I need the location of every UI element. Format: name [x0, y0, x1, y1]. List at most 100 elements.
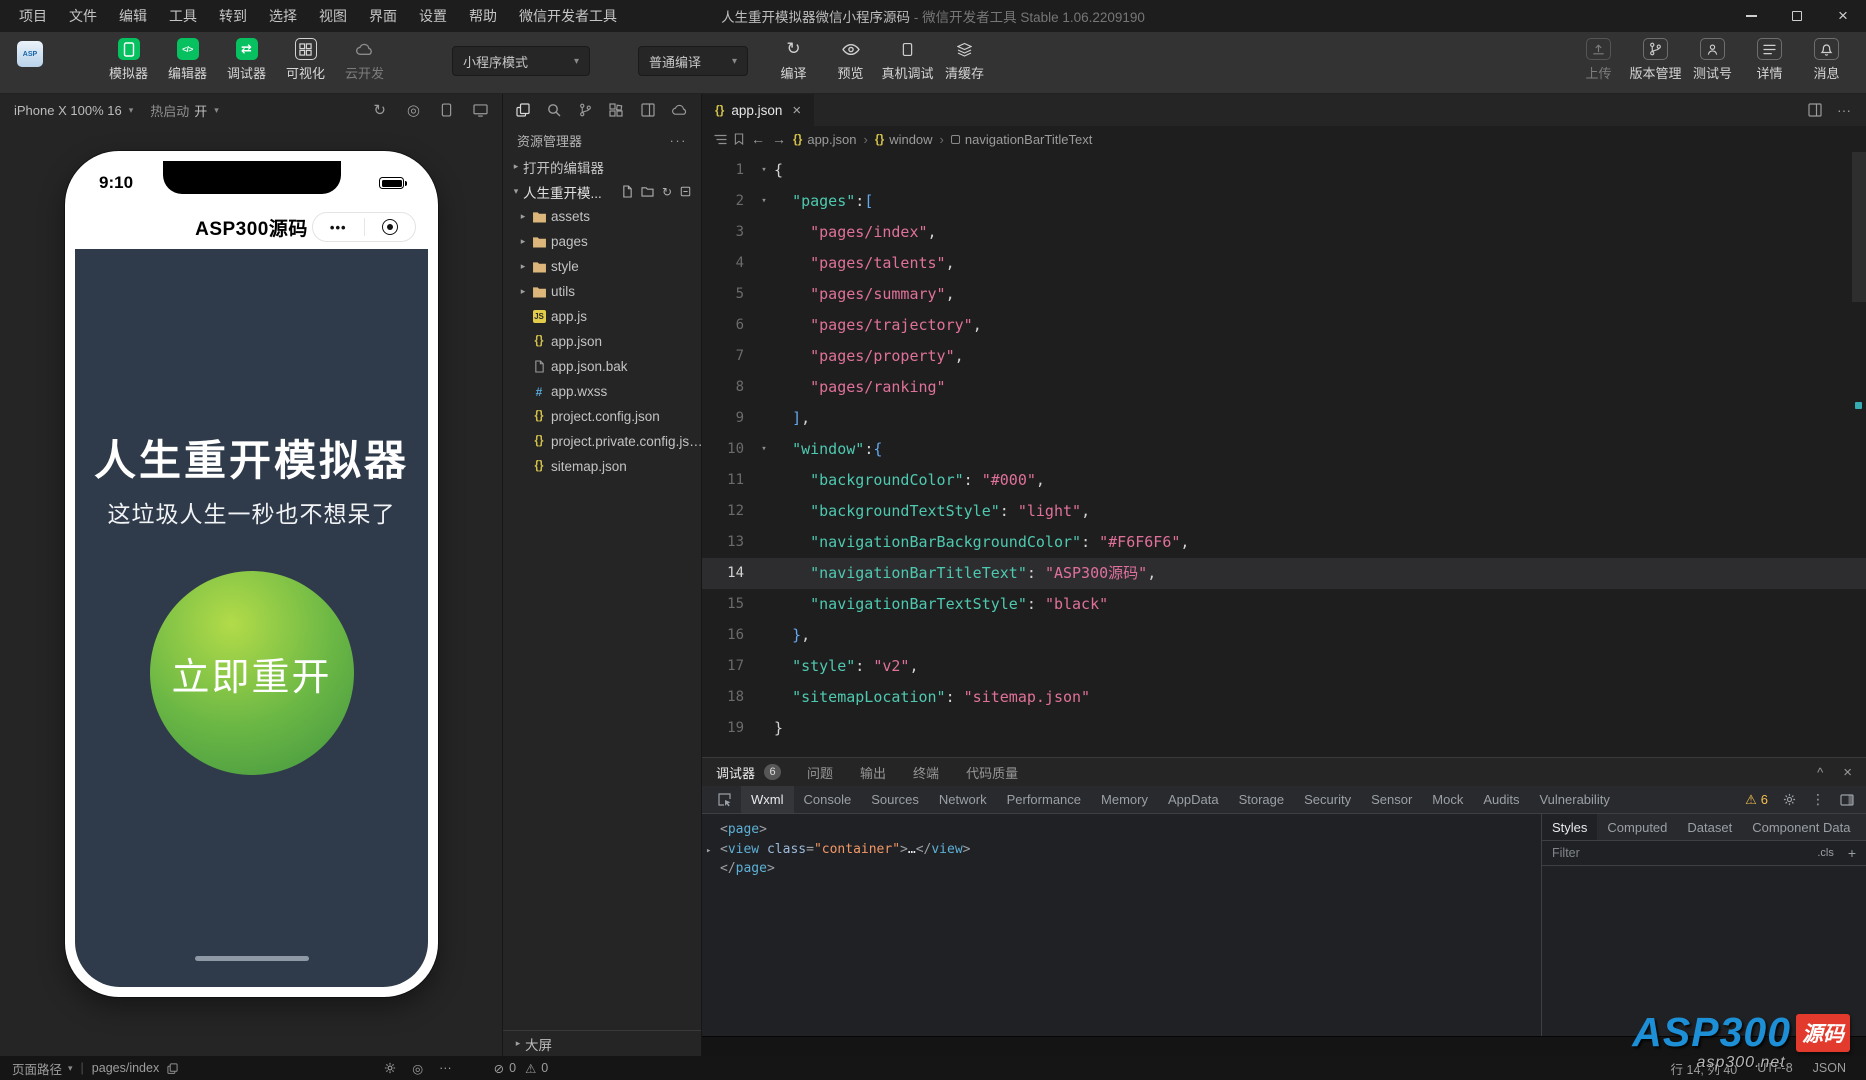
version-control-button[interactable]: 版本管理 — [1628, 32, 1683, 82]
code-line[interactable]: 13 "navigationBarBackgroundColor": "#F6F… — [702, 527, 1866, 558]
hot-reload-toggle[interactable]: 开 — [194, 101, 207, 120]
collapse-up-icon[interactable]: ^ — [1817, 765, 1823, 780]
more-actions-icon[interactable]: ··· — [670, 133, 688, 148]
kebab-menu-icon[interactable]: ⋮ — [1811, 791, 1825, 808]
code-line[interactable]: 6 "pages/trajectory", — [702, 310, 1866, 341]
dock-side-icon[interactable] — [1840, 794, 1854, 806]
devtools-tab[interactable]: Network — [929, 786, 997, 813]
preview-button[interactable]: 预览 — [823, 32, 878, 82]
cloud-dev-toggle[interactable]: 云开发 — [337, 32, 392, 82]
tree-item-style[interactable]: ▸ style — [503, 254, 701, 279]
forward-arrow-icon[interactable]: → — [772, 131, 786, 147]
maximize-button[interactable] — [1774, 0, 1820, 32]
git-branch-icon[interactable] — [579, 103, 592, 117]
minimize-button[interactable] — [1728, 0, 1774, 32]
code-line[interactable]: 18 "sitemapLocation": "sitemap.json" — [702, 682, 1866, 713]
tab-debugger[interactable]: 调试器 — [716, 763, 755, 782]
code-line[interactable]: 4 "pages/talents", — [702, 248, 1866, 279]
compile-button[interactable]: ↻ 编译 — [766, 32, 821, 82]
details-button[interactable]: 详情 — [1742, 32, 1797, 82]
devtools-tab[interactable]: Vulnerability — [1529, 786, 1619, 813]
device-selector[interactable]: iPhone X 100% 16 — [14, 103, 122, 118]
language-indicator[interactable]: JSON — [1813, 1061, 1846, 1075]
problems-counter[interactable]: ⊘ 0 ⚠ 0 — [494, 1061, 549, 1076]
upload-button[interactable]: 上传 — [1571, 32, 1626, 82]
tree-item-project-private-config[interactable]: {} project.private.config.js… — [503, 429, 701, 454]
test-account-button[interactable]: 测试号 — [1685, 32, 1740, 82]
menu-item[interactable]: 界面 — [358, 0, 408, 32]
inspector-tab[interactable]: Dataset — [1677, 814, 1742, 840]
tree-item-app-wxss[interactable]: # app.wxss — [503, 379, 701, 404]
messages-button[interactable]: 消息 — [1799, 32, 1854, 82]
tree-item-assets[interactable]: ▸ assets — [503, 204, 701, 229]
code-line[interactable]: 8 "pages/ranking" — [702, 372, 1866, 403]
restart-button[interactable]: 立即重开 — [150, 571, 354, 775]
code-line[interactable]: 2▾ "pages":[ — [702, 186, 1866, 217]
code-line[interactable]: 14 "navigationBarTitleText": "ASP300源码", — [702, 558, 1866, 589]
split-editor-icon[interactable] — [1808, 103, 1822, 117]
copy-icon[interactable] — [167, 1063, 178, 1074]
tree-item-project-config[interactable]: {} project.config.json — [503, 404, 701, 429]
inspector-tab[interactable]: Styles — [1542, 814, 1597, 840]
menu-item[interactable]: 项目 — [8, 0, 58, 32]
more-icon[interactable]: ··· — [439, 1061, 452, 1075]
code-line[interactable]: 9 ], — [702, 403, 1866, 434]
more-actions-icon[interactable]: ··· — [1837, 102, 1851, 118]
close-icon[interactable]: × — [1843, 764, 1852, 781]
wxml-tree[interactable]: <page>▸<view class="container">…</view><… — [702, 814, 1541, 1036]
page-path-selector[interactable]: 页面路径 ▾ — [12, 1059, 73, 1078]
back-arrow-icon[interactable]: ← — [751, 131, 765, 147]
devtools-tab[interactable]: Storage — [1229, 786, 1295, 813]
current-page-path[interactable]: pages/index — [92, 1061, 159, 1075]
menu-item[interactable]: 文件 — [58, 0, 108, 32]
code-line[interactable]: 17 "style": "v2", — [702, 651, 1866, 682]
preview-icon[interactable]: ◎ — [412, 1061, 423, 1076]
tree-item-app-json-bak[interactable]: app.json.bak — [503, 354, 701, 379]
debugger-toggle[interactable]: ⇄ 调试器 — [219, 32, 274, 82]
code-line[interactable]: 16 }, — [702, 620, 1866, 651]
breadcrumb-window[interactable]: {} window — [875, 132, 933, 147]
monitor-icon[interactable] — [473, 104, 488, 117]
gear-icon[interactable] — [384, 1062, 396, 1074]
menu-item[interactable]: 设置 — [408, 0, 458, 32]
user-avatar[interactable]: ASP — [17, 41, 43, 67]
devtools-tab[interactable]: Console — [794, 786, 862, 813]
code-line[interactable]: 10▾ "window":{ — [702, 434, 1866, 465]
gear-icon[interactable] — [1783, 793, 1796, 806]
breadcrumb-property[interactable]: navigationBarTitleText — [951, 132, 1092, 147]
visualization-toggle[interactable]: 可视化 — [278, 32, 333, 82]
menu-item[interactable]: 编辑 — [108, 0, 158, 32]
scrollbar-thumb[interactable] — [1852, 152, 1866, 302]
bookmark-icon[interactable] — [734, 133, 744, 145]
tab-app-json[interactable]: {} app.json × — [702, 94, 814, 126]
menu-item[interactable]: 选择 — [258, 0, 308, 32]
cloud-icon[interactable] — [672, 104, 688, 116]
outline-icon[interactable] — [714, 134, 727, 145]
code-line[interactable]: 1▾{ — [702, 155, 1866, 186]
menu-item[interactable]: 转到 — [208, 0, 258, 32]
exit-miniprogram-button[interactable] — [365, 219, 416, 235]
project-root[interactable]: ▾ 人生重开模... ↻ — [503, 179, 701, 204]
encoding-indicator[interactable]: UTF-8 — [1757, 1061, 1792, 1075]
devtools-tab[interactable]: Memory — [1091, 786, 1158, 813]
devtools-tab[interactable]: AppData — [1158, 786, 1229, 813]
layout-icon[interactable] — [641, 103, 655, 117]
simulator-toggle[interactable]: 模拟器 — [101, 32, 156, 82]
inspector-tab[interactable]: Component Data — [1742, 814, 1860, 840]
refresh-icon[interactable]: ↻ — [662, 185, 672, 199]
code-line[interactable]: 19} — [702, 713, 1866, 744]
tree-item-app-js[interactable]: JS app.js — [503, 304, 701, 329]
devtools-tab[interactable]: Audits — [1473, 786, 1529, 813]
devtools-tab[interactable]: Security — [1294, 786, 1361, 813]
filter-input[interactable]: Filter — [1552, 846, 1580, 860]
editor-toggle[interactable]: </> 编辑器 — [160, 32, 215, 82]
panel-tab[interactable]: 输出 — [860, 763, 886, 782]
close-icon[interactable]: × — [792, 102, 801, 119]
more-menu-button[interactable]: ••• — [313, 221, 364, 234]
tree-item-utils[interactable]: ▸ utils — [503, 279, 701, 304]
big-screen-section[interactable]: ▸ 大屏 — [503, 1030, 701, 1056]
devtools-tab[interactable]: Wxml — [741, 786, 794, 813]
collapse-all-icon[interactable] — [680, 186, 691, 197]
wxml-node[interactable]: </page> — [702, 859, 1541, 879]
menu-item[interactable]: 帮助 — [458, 0, 508, 32]
